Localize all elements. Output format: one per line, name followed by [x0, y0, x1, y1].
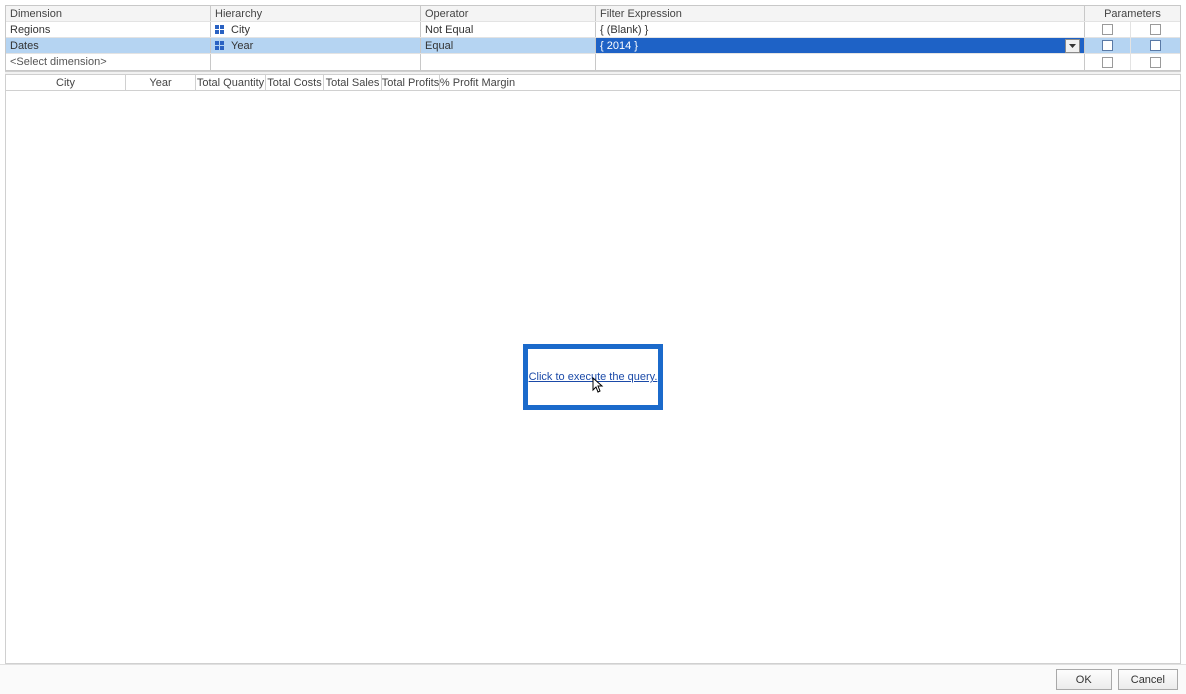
- cell-expression-empty[interactable]: [596, 54, 1085, 70]
- execute-query-text: Click to execute the query.: [529, 371, 658, 383]
- col-header-expression[interactable]: Filter Expression: [596, 6, 1085, 21]
- cell-param-check1[interactable]: [1085, 54, 1131, 70]
- col-header-dimension[interactable]: Dimension: [6, 6, 211, 21]
- hierarchy-icon: [215, 41, 225, 51]
- dropdown-button[interactable]: [1065, 39, 1080, 53]
- col-total-sales[interactable]: Total Sales: [324, 75, 382, 90]
- checkbox-icon[interactable]: [1102, 57, 1113, 68]
- execute-box: Click to execute the query.: [523, 344, 663, 410]
- cell-param-check1[interactable]: [1085, 38, 1131, 53]
- cell-hierarchy[interactable]: Year: [211, 38, 421, 53]
- cell-dimension[interactable]: Regions: [6, 22, 211, 37]
- cell-hierarchy-text: City: [231, 24, 250, 36]
- expression-value: { 2014 }: [600, 40, 638, 52]
- cell-param-check1[interactable]: [1085, 22, 1131, 37]
- col-total-quantity[interactable]: Total Quantity: [196, 75, 266, 90]
- filter-row[interactable]: Regions City Not Equal { (Blank) }: [6, 22, 1180, 38]
- checkbox-icon[interactable]: [1150, 40, 1161, 51]
- checkbox-icon[interactable]: [1102, 40, 1113, 51]
- cell-hierarchy-empty[interactable]: [211, 54, 421, 70]
- cell-operator[interactable]: Not Equal: [421, 22, 596, 37]
- cell-hierarchy-text: Year: [231, 40, 253, 52]
- cell-select-dimension[interactable]: <Select dimension>: [6, 54, 211, 70]
- preview-body: Click to execute the query.: [6, 91, 1180, 663]
- cell-param-check2[interactable]: [1131, 54, 1180, 70]
- checkbox-icon[interactable]: [1102, 24, 1113, 35]
- cell-operator-empty[interactable]: [421, 54, 596, 70]
- cell-operator[interactable]: Equal: [421, 38, 596, 53]
- chevron-down-icon: [1069, 44, 1076, 48]
- execute-query-link[interactable]: Click to execute the query.: [529, 371, 658, 383]
- col-header-hierarchy[interactable]: Hierarchy: [211, 6, 421, 21]
- cell-dimension[interactable]: Dates: [6, 38, 211, 53]
- filter-grid-header: Dimension Hierarchy Operator Filter Expr…: [6, 6, 1180, 22]
- col-city[interactable]: City: [6, 75, 126, 90]
- cell-hierarchy[interactable]: City: [211, 22, 421, 37]
- col-profit-margin[interactable]: % Profit Margin: [440, 75, 515, 90]
- preview-pane: City Year Total Quantity Total Costs Tot…: [5, 75, 1181, 664]
- filter-row-selected[interactable]: Dates Year Equal { 2014 }: [6, 38, 1180, 54]
- cell-param-check2[interactable]: [1131, 38, 1180, 53]
- filter-row-new[interactable]: <Select dimension>: [6, 54, 1180, 70]
- ok-button[interactable]: OK: [1056, 669, 1112, 690]
- hierarchy-icon: [215, 25, 225, 35]
- filter-grid: Dimension Hierarchy Operator Filter Expr…: [5, 5, 1181, 71]
- cancel-button[interactable]: Cancel: [1118, 669, 1178, 690]
- cell-expression-editor[interactable]: { 2014 }: [596, 38, 1085, 53]
- cell-param-check2[interactable]: [1131, 22, 1180, 37]
- dialog-footer: OK Cancel: [0, 664, 1186, 694]
- col-total-profits[interactable]: Total Profits: [382, 75, 440, 90]
- checkbox-icon[interactable]: [1150, 57, 1161, 68]
- col-year[interactable]: Year: [126, 75, 196, 90]
- cell-expression[interactable]: { (Blank) }: [596, 22, 1085, 37]
- col-header-parameters[interactable]: Parameters: [1085, 6, 1180, 21]
- checkbox-icon[interactable]: [1150, 24, 1161, 35]
- col-total-costs[interactable]: Total Costs: [266, 75, 324, 90]
- preview-columns: City Year Total Quantity Total Costs Tot…: [6, 75, 1180, 91]
- dialog-root: Dimension Hierarchy Operator Filter Expr…: [0, 0, 1186, 694]
- col-header-operator[interactable]: Operator: [421, 6, 596, 21]
